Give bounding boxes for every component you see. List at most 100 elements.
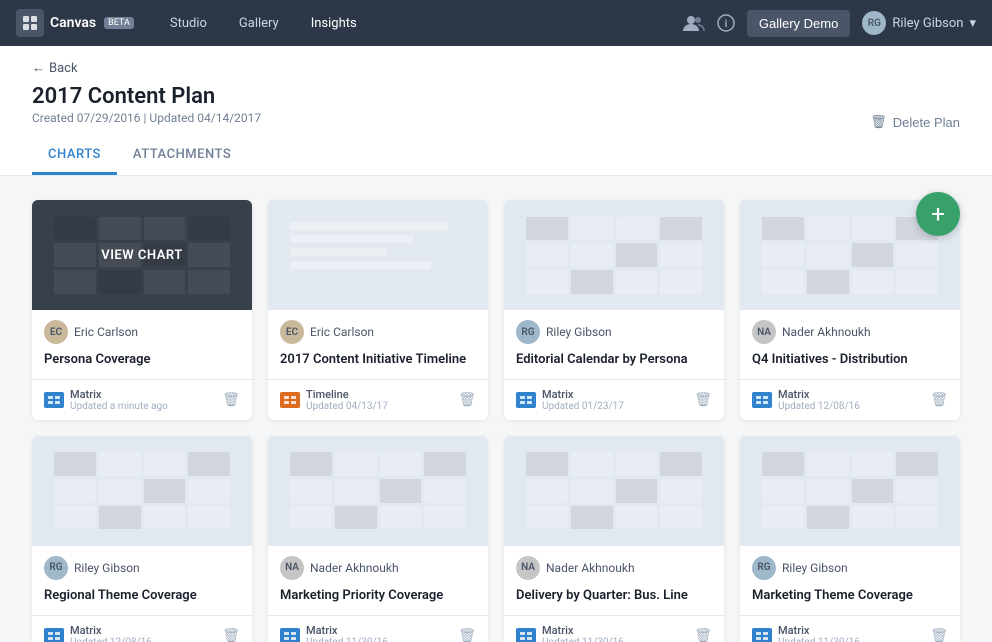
author-name: Riley Gibson — [74, 561, 140, 575]
type-date: Updated 12/08/16 — [70, 637, 152, 642]
chart-card[interactable]: VIEW CHART EC Eric Carlson 2017 Content … — [268, 200, 488, 420]
card-type: Matrix Updated 11/30/16 — [280, 624, 388, 642]
chart-card[interactable]: VIEW CHART NA Nader Akhnoukh Delivery by… — [504, 436, 724, 642]
author-avatar: RG — [44, 556, 68, 580]
type-name: Matrix — [306, 624, 388, 637]
navbar-right: i Gallery Demo RG Riley Gibson ▾ — [683, 10, 976, 37]
author-avatar: NA — [280, 556, 304, 580]
type-date: Updated 11/30/16 — [778, 637, 860, 642]
card-title: Regional Theme Coverage — [32, 584, 252, 615]
card-title: 2017 Content Initiative Timeline — [268, 348, 488, 379]
back-link[interactable]: ← Back — [32, 60, 960, 76]
page-header: ← Back 2017 Content Plan Created 07/29/2… — [0, 46, 992, 176]
view-chart-label: VIEW CHART — [337, 483, 419, 498]
user-menu[interactable]: RG Riley Gibson ▾ — [862, 11, 976, 35]
type-icon — [280, 392, 300, 408]
card-author: RG Riley Gibson — [504, 310, 724, 348]
info-icon[interactable]: i — [717, 14, 735, 32]
delete-chart-icon[interactable]: 🗑 — [458, 392, 476, 408]
view-chart-label: VIEW CHART — [101, 248, 183, 263]
card-preview: VIEW CHART — [504, 436, 724, 546]
delete-chart-icon[interactable]: 🗑 — [222, 392, 240, 408]
nav-studio[interactable]: Studio — [154, 0, 223, 46]
type-name: Timeline — [306, 388, 388, 401]
type-name: Matrix — [542, 388, 624, 401]
author-name: Nader Akhnoukh — [310, 561, 399, 575]
author-avatar: NA — [516, 556, 540, 580]
author-avatar: RG — [516, 320, 540, 344]
user-chevron-icon: ▾ — [969, 16, 976, 31]
delete-chart-icon[interactable]: 🗑 — [694, 628, 712, 642]
view-chart-label: VIEW CHART — [809, 248, 891, 263]
delete-chart-icon[interactable]: 🗑 — [458, 628, 476, 642]
card-footer: Matrix Updated a minute ago 🗑 — [32, 379, 252, 420]
card-type: Matrix Updated a minute ago — [44, 388, 168, 412]
card-author: EC Eric Carlson — [32, 310, 252, 348]
card-type: Matrix Updated 11/30/16 — [752, 624, 860, 642]
card-author: EC Eric Carlson — [268, 310, 488, 348]
type-icon — [752, 392, 772, 408]
chart-card[interactable]: VIEW CHART EC Eric Carlson Persona Cover… — [32, 200, 252, 420]
card-footer: Matrix Updated 01/23/17 🗑 — [504, 379, 724, 420]
card-preview: VIEW CHART — [32, 200, 252, 310]
brand[interactable]: CanvasBETA — [16, 9, 134, 37]
author-name: Nader Akhnoukh — [546, 561, 635, 575]
type-name: Matrix — [778, 388, 860, 401]
users-icon[interactable] — [683, 14, 705, 32]
view-chart-label: VIEW CHART — [337, 248, 419, 263]
type-name: Matrix — [70, 624, 152, 637]
nav-insights[interactable]: Insights — [295, 0, 373, 46]
card-preview: VIEW CHART — [740, 436, 960, 546]
type-icon — [44, 392, 64, 408]
view-chart-label: VIEW CHART — [809, 483, 891, 498]
card-author: RG Riley Gibson — [32, 546, 252, 584]
add-chart-button[interactable]: + — [916, 192, 960, 236]
card-preview: VIEW CHART — [32, 436, 252, 546]
card-footer: Matrix Updated 11/30/16 🗑 — [740, 615, 960, 642]
card-title: Q4 Initiatives - Distribution — [740, 348, 960, 379]
svg-text:i: i — [725, 19, 728, 30]
type-icon — [44, 628, 64, 642]
card-footer: Matrix Updated 11/30/16 🗑 — [268, 615, 488, 642]
user-avatar: RG — [862, 11, 886, 35]
view-chart-label: VIEW CHART — [101, 483, 183, 498]
delete-chart-icon[interactable]: 🗑 — [222, 628, 240, 642]
chart-card[interactable]: VIEW CHART RG Riley Gibson Marketing The… — [740, 436, 960, 642]
tabs: CHARTS ATTACHMENTS — [32, 137, 960, 175]
card-title: Editorial Calendar by Persona — [504, 348, 724, 379]
card-overlay: VIEW CHART — [32, 200, 252, 310]
tab-attachments[interactable]: ATTACHMENTS — [117, 137, 247, 175]
card-footer: Timeline Updated 04/13/17 🗑 — [268, 379, 488, 420]
author-avatar: EC — [44, 320, 68, 344]
type-date: Updated 11/30/16 — [306, 637, 388, 642]
delete-plan-button[interactable]: 🗑 Delete Plan — [870, 114, 960, 130]
delete-chart-icon[interactable]: 🗑 — [930, 392, 948, 408]
type-date: Updated 12/08/16 — [778, 401, 860, 412]
type-name: Matrix — [542, 624, 624, 637]
card-author: RG Riley Gibson — [740, 546, 960, 584]
tab-charts[interactable]: CHARTS — [32, 137, 117, 175]
author-avatar: RG — [752, 556, 776, 580]
card-title: Marketing Priority Coverage — [268, 584, 488, 615]
chart-card[interactable]: VIEW CHART RG Riley Gibson Regional Them… — [32, 436, 252, 642]
card-type: Matrix Updated 11/30/16 — [516, 624, 624, 642]
card-type: Matrix Updated 12/08/16 — [44, 624, 152, 642]
type-date: Updated a minute ago — [70, 401, 168, 412]
gallery-demo-button[interactable]: Gallery Demo — [747, 10, 850, 37]
type-icon — [516, 628, 536, 642]
nav-gallery[interactable]: Gallery — [223, 0, 295, 46]
card-title: Delivery by Quarter: Bus. Line — [504, 584, 724, 615]
author-avatar: NA — [752, 320, 776, 344]
chart-card[interactable]: VIEW CHART NA Nader Akhnoukh Marketing P… — [268, 436, 488, 642]
type-icon — [752, 628, 772, 642]
chart-card[interactable]: VIEW CHART RG Riley Gibson Editorial Cal… — [504, 200, 724, 420]
brand-beta: BETA — [104, 17, 134, 29]
author-name: Riley Gibson — [782, 561, 848, 575]
author-name: Eric Carlson — [310, 325, 374, 339]
trash-icon: 🗑 — [870, 114, 887, 130]
type-name: Matrix — [778, 624, 860, 637]
delete-chart-icon[interactable]: 🗑 — [930, 628, 948, 642]
card-title: Marketing Theme Coverage — [740, 584, 960, 615]
card-author: NA Nader Akhnoukh — [740, 310, 960, 348]
delete-chart-icon[interactable]: 🗑 — [694, 392, 712, 408]
